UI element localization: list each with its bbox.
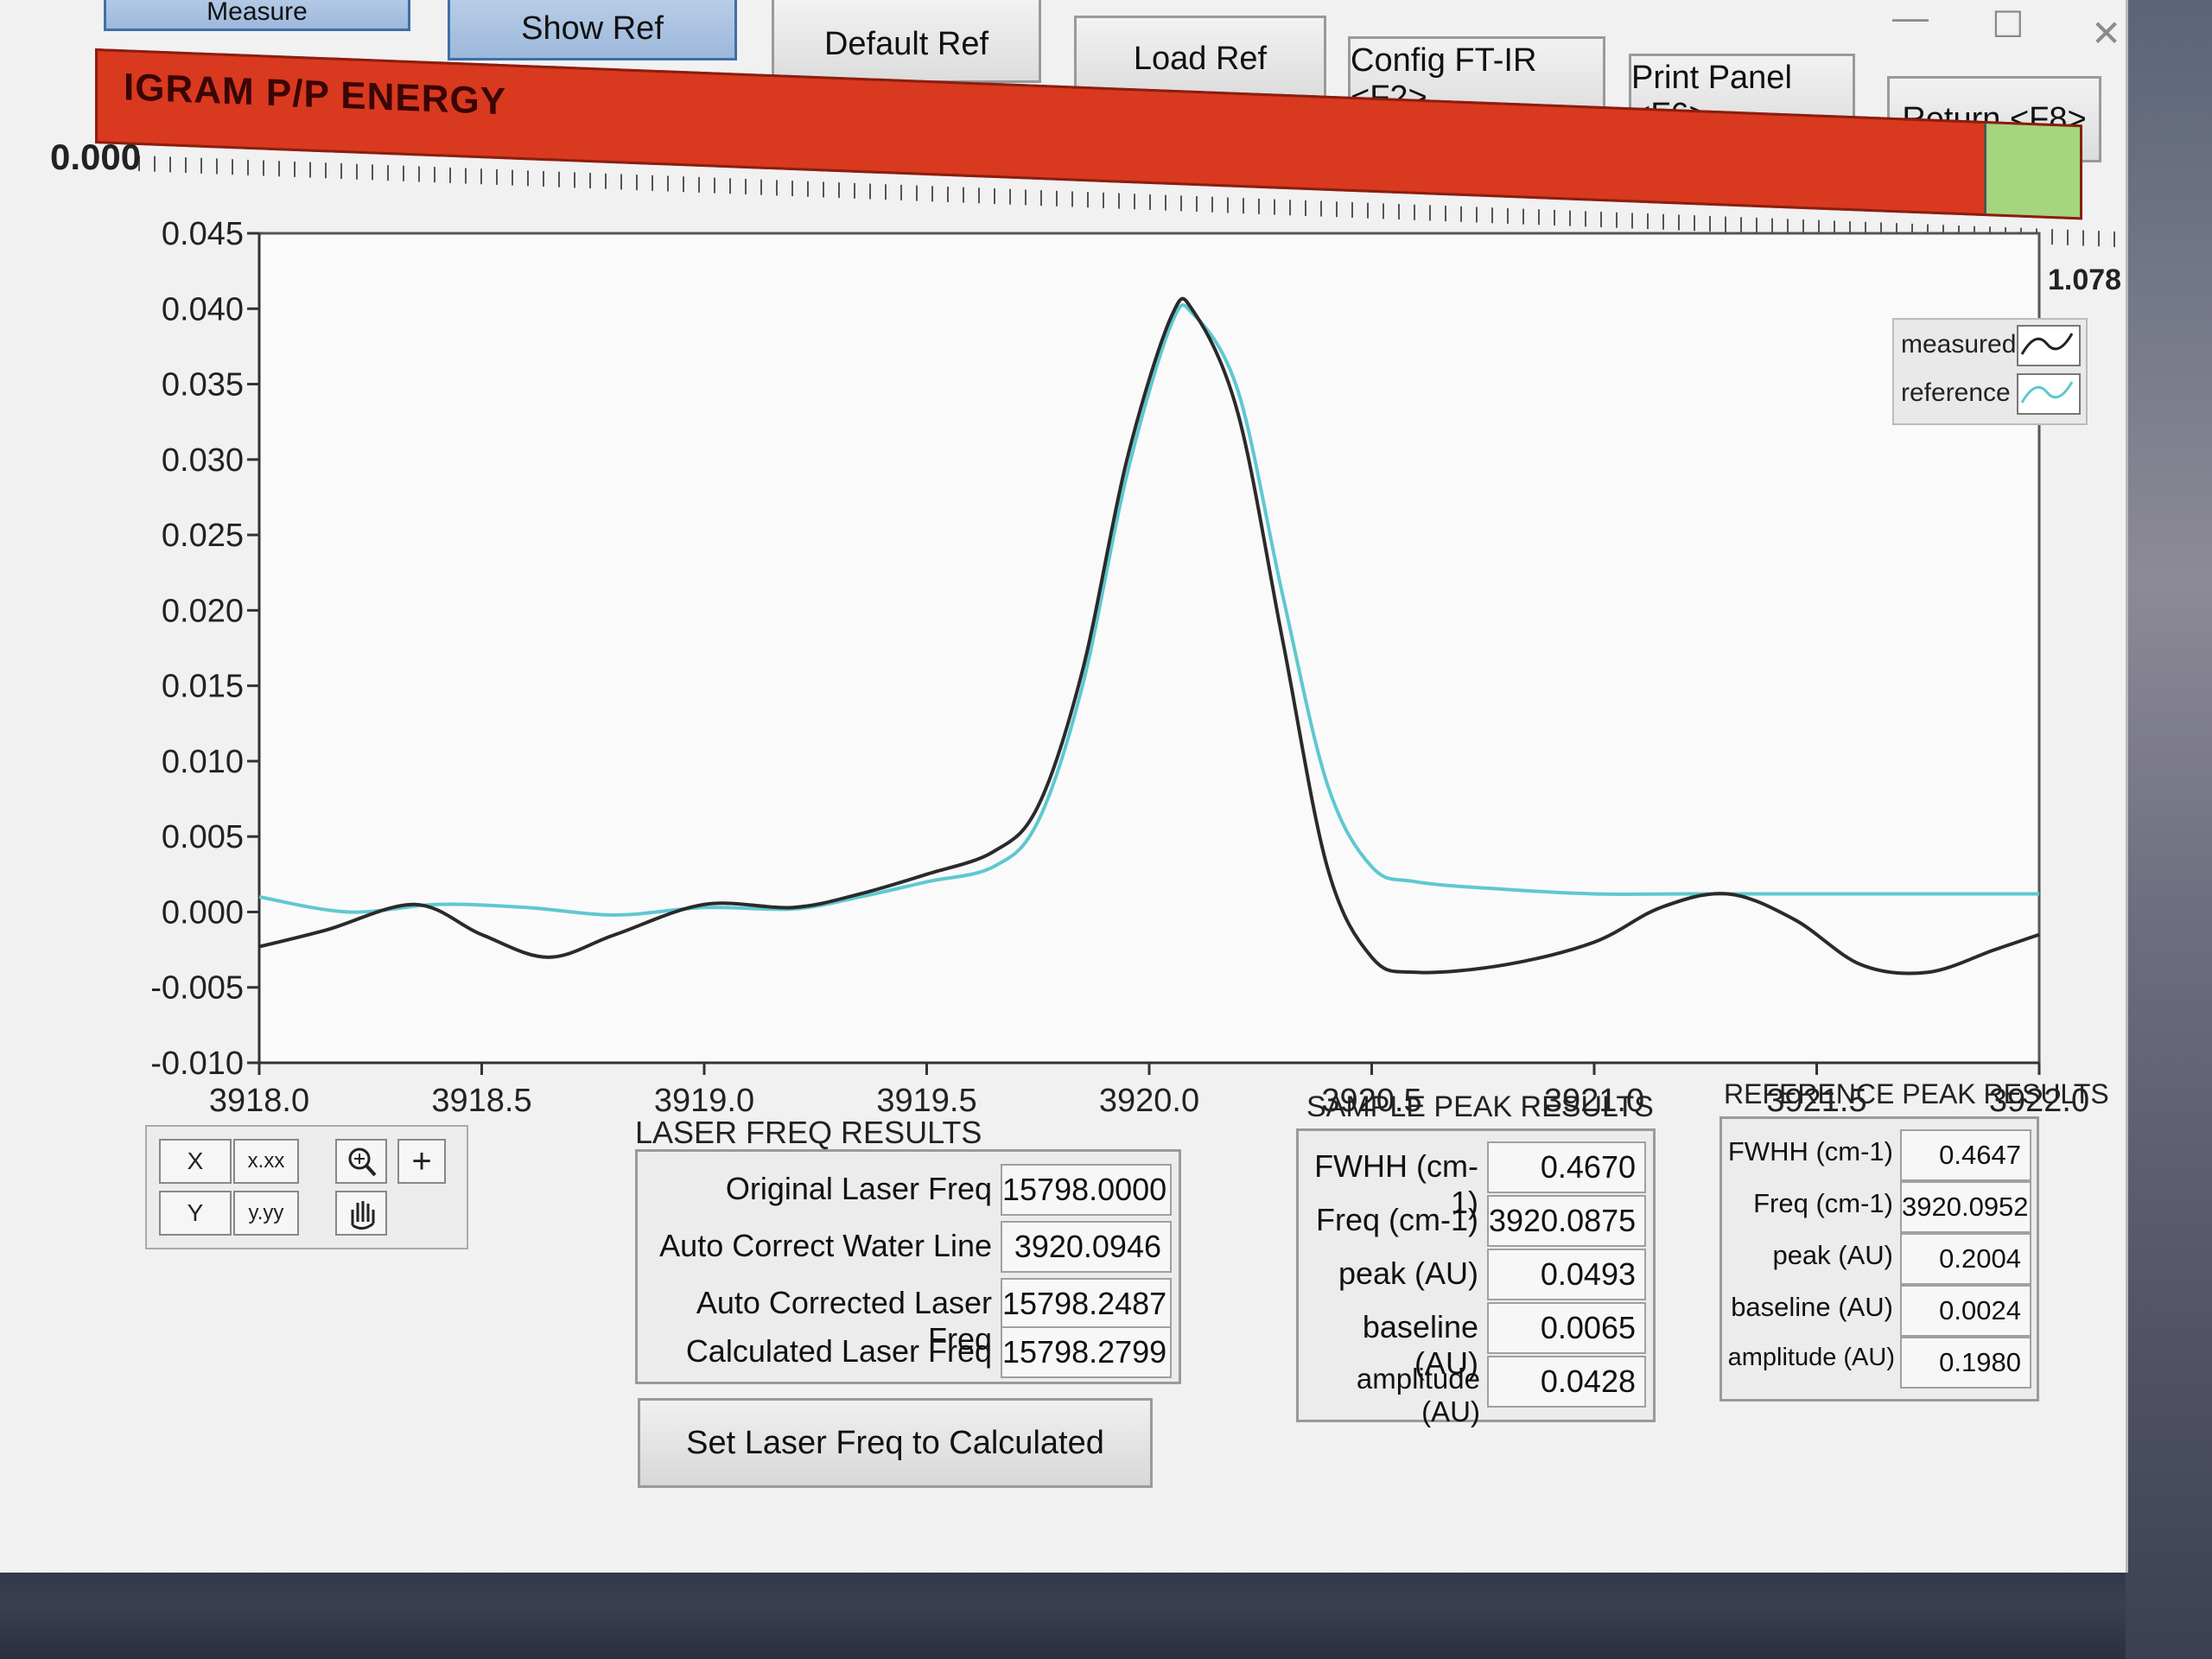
reference-row-label: Freq (cm-1) [1753, 1188, 1893, 1218]
laser-row-value: 3920.0946 [1001, 1221, 1172, 1273]
sample-row-value: 0.0428 [1487, 1356, 1646, 1408]
laser-row-label: Original Laser Freq [725, 1171, 992, 1206]
legend-reference-label: reference [1901, 378, 2011, 407]
reference-row-value: 0.4647 [1900, 1129, 2031, 1181]
zoom-tool-button[interactable] [335, 1139, 387, 1184]
x-axis-label: X [187, 1147, 204, 1174]
laser-results-title: LASER FREQ RESULTS [635, 1115, 982, 1150]
y-autoscale-button[interactable]: Y [159, 1191, 232, 1236]
laser-row-value: 15798.2799 [1001, 1326, 1172, 1378]
laser-row-label: Calculated Laser Freq [685, 1333, 992, 1369]
graph-palette: X x.xx Y y.yy + [145, 1125, 468, 1249]
reference-row-label: baseline (AU) [1731, 1292, 1893, 1322]
legend-reference-swatch [2017, 373, 2081, 415]
crosshair-icon: + [411, 1141, 432, 1180]
sample-row-value: 3920.0875 [1487, 1195, 1646, 1247]
x-tick-label: 3918.5 [431, 1083, 531, 1119]
y-tick-label: 0.005 [162, 819, 244, 855]
laser-row-label: Auto Correct Water Line [659, 1228, 992, 1263]
x-tick-label: 3918.0 [209, 1083, 309, 1119]
pan-tool-button[interactable] [335, 1191, 387, 1236]
reference-row-label: peak (AU) [1772, 1240, 1893, 1270]
y-tick-label: 0.010 [162, 744, 244, 780]
reference-results-panel: FWHH (cm-1) 0.4647 Freq (cm-1) 3920.0952… [1719, 1116, 2039, 1402]
y-tick-label: 0.025 [162, 518, 244, 554]
spectrum-chart: 0.045 0.040 0.035 0.030 0.025 0.020 0.015 0.010… [150, 216, 2089, 1119]
laser-row-value: 15798.2487 [1001, 1278, 1172, 1330]
desktop-background [2126, 0, 2212, 1659]
sample-row-value: 0.4670 [1487, 1141, 1646, 1193]
x-format-label: x.xx [247, 1149, 285, 1173]
y-tick-label: 0.015 [162, 669, 244, 705]
x-format-button[interactable]: x.xx [233, 1139, 299, 1184]
sample-row-value: 0.0065 [1487, 1302, 1646, 1354]
y-tick-label: 0.000 [162, 894, 244, 931]
y-tick-label: 0.035 [162, 367, 244, 404]
x-tick-label: 3920.0 [1099, 1083, 1199, 1119]
x-tick-label: 3919.0 [654, 1083, 754, 1119]
sample-row-value: 0.0493 [1487, 1249, 1646, 1300]
y-tick-label: 0.030 [162, 442, 244, 479]
sample-row-label: peak (AU) [1338, 1255, 1478, 1291]
reference-results-title: REFERENCE PEAK RESULTS [1724, 1078, 2109, 1109]
reference-row-label: FWHH (cm-1) [1727, 1136, 1893, 1166]
y-tick-label: -0.010 [150, 1046, 244, 1082]
chart-legend: measured reference [1892, 318, 2088, 425]
sample-results-panel: FWHH (cm-1) 0.4670 Freq (cm-1) 3920.0875… [1296, 1128, 1656, 1427]
y-axis-label: Y [187, 1199, 204, 1226]
sample-row-label: Freq (cm-1) [1316, 1202, 1478, 1237]
sample-row-label: amplitude (AU) [1356, 1363, 1480, 1427]
legend-measured-label: measured [1901, 330, 2017, 359]
reference-row-value: 3920.0952 [1900, 1181, 2031, 1233]
y-format-label: y.yy [248, 1201, 284, 1224]
reference-row-label: amplitude (AU) [1727, 1344, 1895, 1371]
cursor-tool-button[interactable]: + [397, 1139, 446, 1184]
hand-icon [351, 1201, 375, 1230]
y-tick-label: 0.040 [162, 291, 244, 327]
legend-measured-swatch [2017, 325, 2081, 366]
y-tick-label: 0.045 [162, 216, 244, 252]
x-autoscale-button[interactable]: X [159, 1139, 232, 1184]
zoom-icon [348, 1147, 377, 1177]
y-tick-label: -0.005 [150, 970, 244, 1007]
x-tick-label: 3919.5 [876, 1083, 976, 1119]
y-format-button[interactable]: y.yy [233, 1191, 299, 1236]
app-window: — ☐ ✕ Measure Show Ref Default Ref Load … [0, 0, 2128, 1573]
set-laser-freq-button[interactable]: Set Laser Freq to Calculated [638, 1398, 1153, 1488]
laser-results-panel: Original Laser Freq 15798.0000 Auto Corr… [635, 1149, 1181, 1384]
laser-row-value: 15798.0000 [1001, 1164, 1172, 1216]
plot-area [257, 232, 2041, 1065]
reference-row-value: 0.1980 [1900, 1337, 2031, 1389]
sample-results-title: SAMPLE PEAK RESULTS [1306, 1090, 1654, 1123]
y-tick-label: 0.020 [162, 593, 244, 629]
reference-row-value: 0.0024 [1900, 1285, 2031, 1337]
reference-row-value: 0.2004 [1900, 1233, 2031, 1285]
